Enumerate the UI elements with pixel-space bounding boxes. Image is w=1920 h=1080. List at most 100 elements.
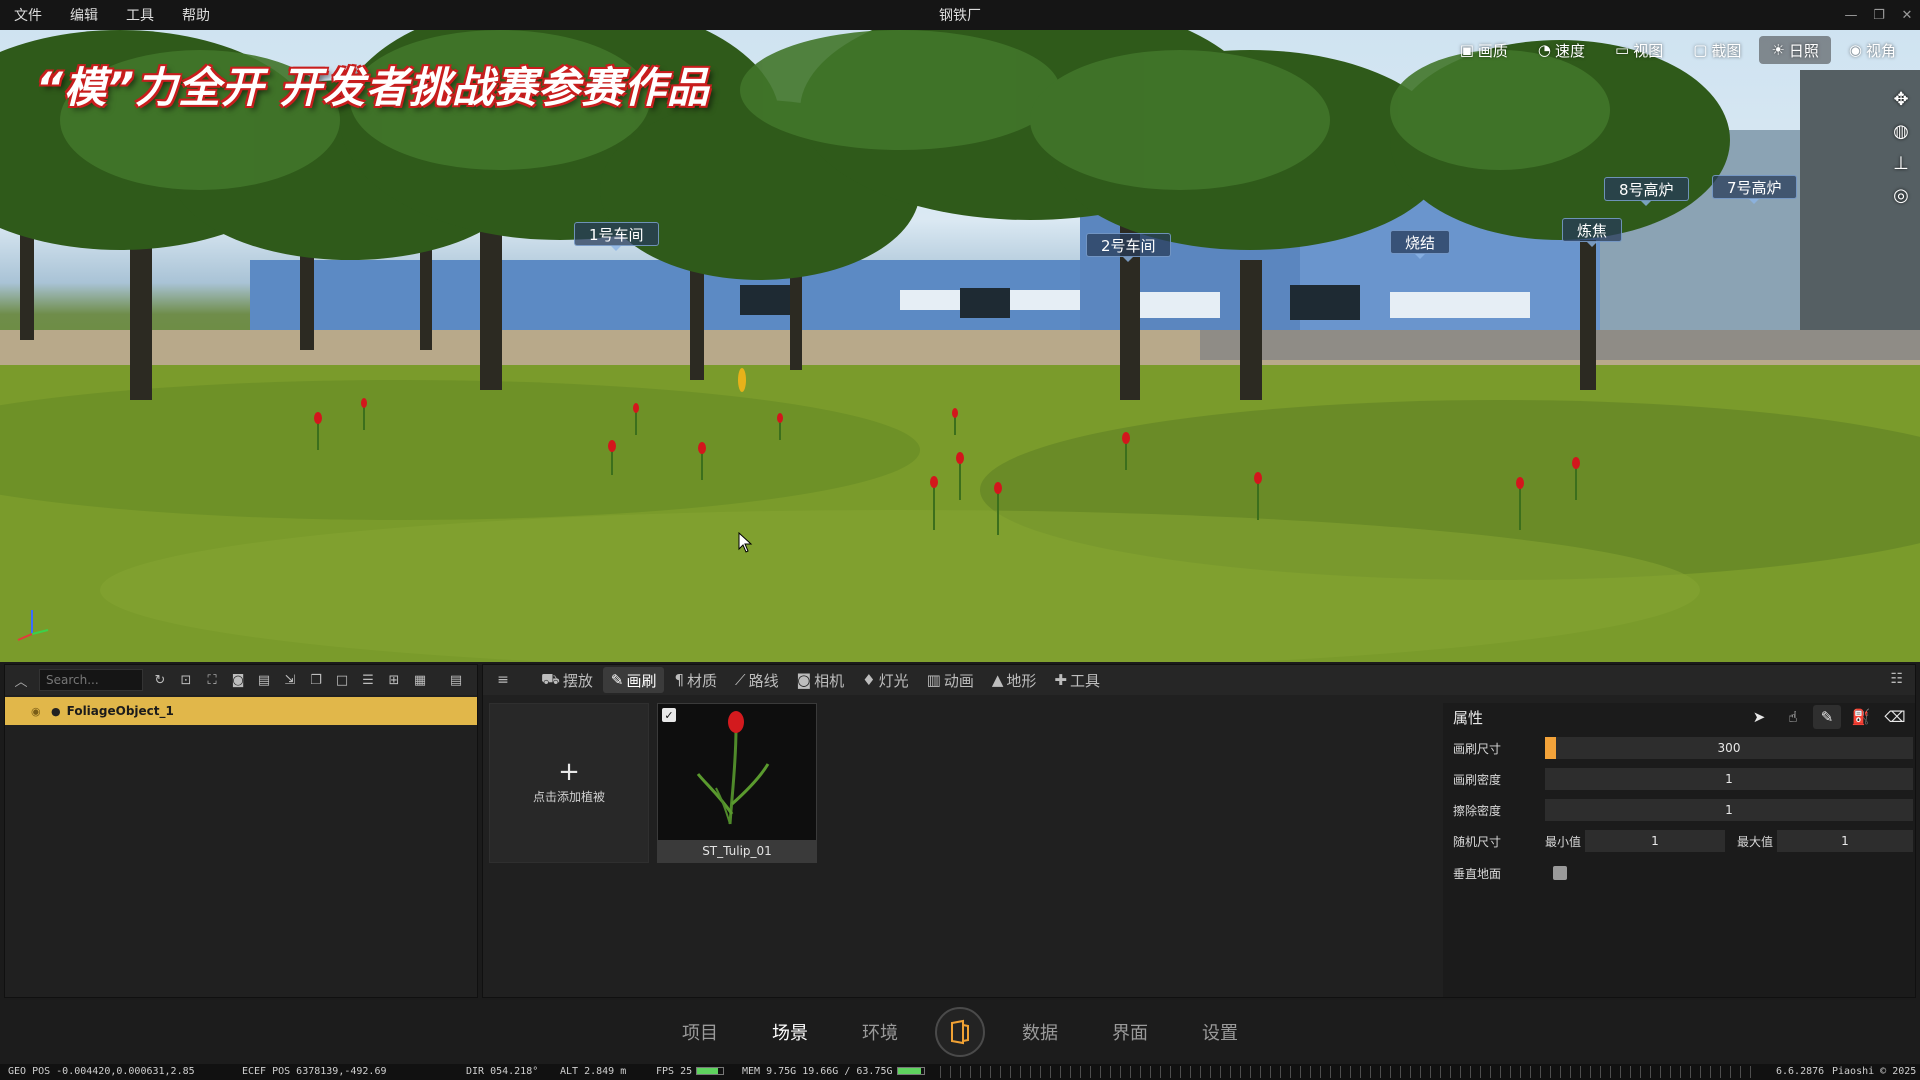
view-button[interactable]: ▭ 视图 [1603, 36, 1675, 64]
menu-tools[interactable]: 工具 [112, 5, 168, 25]
brush-size-label: 画刷尺寸 [1453, 741, 1502, 756]
vertical-ground-label: 垂直地面 [1453, 866, 1502, 881]
bottom-navigation: 项目 场景 环境 数据 界面 设置 [0, 1000, 1920, 1064]
vertical-ground-row: 垂直地面 [1443, 858, 1915, 888]
poi-workshop-2[interactable]: 2号车间 [1086, 233, 1171, 262]
poi-blast-furnace-8[interactable]: 8号高炉 [1604, 177, 1689, 206]
focus-icon[interactable]: ⛶ [203, 671, 221, 689]
home-button[interactable] [935, 1007, 985, 1057]
eraser-icon[interactable]: ⌫ [1881, 705, 1909, 729]
nav-project[interactable]: 项目 [655, 1019, 745, 1045]
brush-density-field[interactable]: 1 [1545, 768, 1913, 790]
viewport-toolbar: ▣ 画质 ◔ 速度 ▭ 视图 ▢ 截图 ☀ 日照 ◉ 视角 [1448, 36, 1908, 64]
sunlight-button[interactable]: ☀ 日照 [1759, 36, 1831, 64]
nav-data[interactable]: 数据 [995, 1019, 1085, 1045]
poi-blast-furnace-7[interactable]: 7号高炉 [1712, 175, 1797, 204]
hand-icon[interactable]: ☝ [1779, 705, 1807, 729]
window-controls: — ❐ ✕ [1844, 0, 1914, 30]
timeline-ruler[interactable] [940, 1066, 1760, 1078]
form-icon[interactable]: ▦ [411, 671, 429, 689]
menu-help[interactable]: 帮助 [168, 5, 224, 25]
tab-tools[interactable]: ✚ 工具 [1046, 667, 1108, 693]
poi-workshop-1[interactable]: 1号车间 [574, 222, 659, 251]
globe-settings-icon[interactable]: ◎ [1890, 184, 1912, 206]
scene-viewport[interactable]: “模”力全开 开发者挑战赛参赛作品 ▣ 画质 ◔ 速度 ▭ 视图 ▢ 截图 ☀ 日照 ◉ 视… [0, 30, 1920, 662]
fill-bucket-icon[interactable]: ⛽ [1847, 705, 1875, 729]
menu-edit[interactable]: 编辑 [56, 5, 112, 25]
perspective-button[interactable]: ◉ 视角 [1837, 36, 1908, 64]
outliner-search-input[interactable] [39, 669, 143, 691]
close-icon[interactable]: ✕ [1900, 8, 1914, 23]
terrain-icon: ▲ [991, 671, 1004, 689]
clapperboard-icon[interactable]: ▤ [255, 671, 273, 689]
select-arrow-icon[interactable]: ➤ [1745, 705, 1773, 729]
refresh-icon[interactable]: ↻ [151, 671, 169, 689]
tab-light[interactable]: ♦ 灯光 [854, 667, 916, 693]
square-icon[interactable]: □ [333, 671, 351, 689]
add-foliage-button[interactable]: + 点击添加植被 [489, 703, 649, 863]
brush-size-value: 300 [1717, 741, 1741, 755]
erase-density-value: 1 [1725, 803, 1733, 817]
random-size-label: 随机尺寸 [1453, 834, 1502, 849]
vertical-ground-checkbox[interactable] [1553, 866, 1567, 880]
tab-route[interactable]: ⟋ 路线 [727, 667, 787, 693]
animation-icon: ▥ [926, 671, 941, 689]
add-chart-icon[interactable]: ⊞ [385, 671, 403, 689]
light-icon: ♦ [862, 671, 876, 689]
video-icon: ▭ [1615, 41, 1630, 59]
mouse-cursor-icon [738, 532, 753, 553]
memory-meter [896, 1067, 925, 1075]
minimize-icon[interactable]: — [1844, 8, 1858, 23]
poi-sintering[interactable]: 烧结 [1390, 230, 1451, 259]
globe-icon[interactable]: ◍ [1890, 120, 1912, 142]
copy-icon[interactable]: ❐ [307, 671, 325, 689]
random-size-row: 随机尺寸 最小值 1 最大值 1 [1443, 826, 1915, 856]
quality-button[interactable]: ▣ 画质 [1448, 36, 1520, 64]
visibility-eye-icon[interactable]: ◉ [31, 705, 45, 718]
asset-checkbox[interactable]: ✓ [662, 708, 676, 722]
collapse-icon[interactable]: ︿ [11, 670, 31, 690]
erase-density-row: 擦除密度 1 [1443, 795, 1915, 825]
table-icon[interactable]: ▤ [447, 671, 465, 689]
max-field[interactable]: 1 [1777, 830, 1913, 852]
paint-brush-icon[interactable]: ✎ [1813, 705, 1841, 729]
restore-icon[interactable]: ❐ [1872, 8, 1886, 23]
min-field[interactable]: 1 [1585, 830, 1725, 852]
tab-terrain[interactable]: ▲ 地形 [984, 667, 1045, 693]
foliage-asset-tile[interactable]: ✓ ST_Tulip_01 [657, 703, 817, 863]
brush-size-row: 画刷尺寸 300 [1443, 733, 1915, 763]
screenshot-button[interactable]: ▢ 截图 [1681, 36, 1753, 64]
outliner-row[interactable]: ◉ ● FoliageObject_1 [5, 697, 477, 725]
move-icon[interactable]: ✥ [1890, 88, 1912, 110]
erase-density-field[interactable]: 1 [1545, 799, 1913, 821]
camera-icon[interactable]: ◙ [229, 671, 247, 689]
select-all-icon[interactable]: ⊡ [177, 671, 195, 689]
poi-coking[interactable]: 炼焦 [1562, 218, 1623, 247]
brush-icon: ✎ [610, 671, 624, 689]
tab-place[interactable]: ⛟ 摆放 [533, 667, 601, 693]
status-bar: GEO POS -0.004420,0.000631,2.85 ECEF POS… [0, 1064, 1920, 1080]
speed-button[interactable]: ◔ 速度 [1526, 36, 1597, 64]
nav-environment[interactable]: 环境 [835, 1019, 925, 1045]
nav-interface[interactable]: 界面 [1085, 1019, 1175, 1045]
compass-icon[interactable]: ⊥ [1890, 152, 1912, 174]
max-value: 1 [1841, 834, 1849, 848]
list-view-icon[interactable]: ☷ [1890, 671, 1903, 687]
collapse-all-icon[interactable]: ⇲ [281, 671, 299, 689]
tab-brush[interactable]: ✎ 画刷 [602, 667, 665, 693]
tab-animation[interactable]: ▥ 动画 [919, 667, 982, 693]
tab-material[interactable]: ¶ 材质 [666, 667, 725, 693]
min-label: 最小值 [1545, 834, 1582, 849]
brush-size-fill [1545, 737, 1557, 759]
brush-size-slider[interactable]: 300 [1545, 737, 1913, 759]
version: 6.6.2876 [1776, 1066, 1825, 1077]
tab-camera[interactable]: ◙ 相机 [789, 667, 853, 693]
nav-settings[interactable]: 设置 [1175, 1019, 1265, 1045]
sun-icon: ☀ [1771, 41, 1785, 59]
window-title: 钢铁厂 [939, 8, 981, 24]
list-icon[interactable]: ☰ [359, 671, 377, 689]
altitude: ALT 2.849 m [560, 1066, 627, 1077]
nav-scene[interactable]: 场景 [745, 1019, 835, 1045]
menu-collapse-icon[interactable]: ≡ [489, 672, 517, 688]
menu-file[interactable]: 文件 [0, 5, 56, 25]
